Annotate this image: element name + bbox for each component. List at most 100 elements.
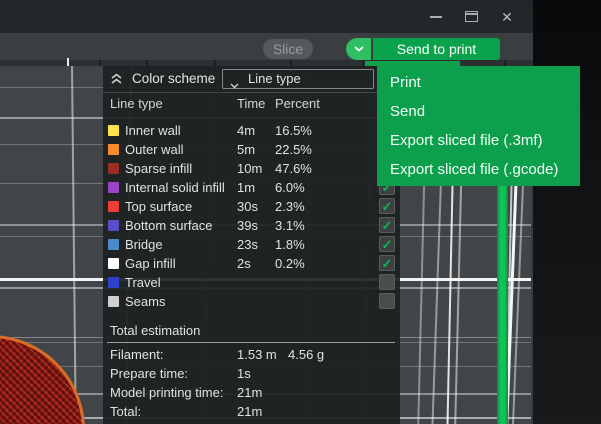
line-type-color-swatch: [108, 144, 119, 155]
line-type-time: 4m: [237, 121, 255, 140]
line-type-label: Outer wall: [125, 140, 184, 159]
total-row: Total: 21m: [103, 402, 400, 421]
line-type-color-swatch: [108, 182, 119, 193]
line-type-row: Top surface 30s 2.3%: [103, 197, 400, 216]
window-minimize-button[interactable]: [421, 0, 451, 33]
window-close-button[interactable]: ✕: [492, 0, 522, 33]
line-type-time: 30s: [237, 197, 258, 216]
line-type-percent: 47.6%: [275, 159, 312, 178]
total-row-value: 4.56 g: [288, 345, 324, 364]
maximize-icon: [465, 11, 478, 22]
line-type-label: Inner wall: [125, 121, 181, 140]
segment-tick: [67, 58, 69, 66]
total-row-label: Model printing time:: [110, 383, 223, 402]
total-row-value: 1.53 m: [237, 345, 277, 364]
line-type-percent: 22.5%: [275, 140, 312, 159]
app-window: Color scheme Line type Line type Time Pe…: [0, 0, 601, 424]
grid-line: [71, 66, 77, 424]
send-to-print-dropdown-menu: PrintSendExport sliced file (.3mf)Export…: [377, 66, 580, 186]
line-type-row: Sparse infill10m47.6%: [103, 159, 400, 178]
sliced-model-preview[interactable]: [0, 335, 85, 424]
line-type-label: Seams: [125, 292, 165, 311]
col-time: Time: [237, 96, 265, 111]
line-type-color-swatch: [108, 239, 119, 250]
menu-item-send[interactable]: Send: [377, 97, 580, 126]
line-type-label: Bottom surface: [125, 216, 212, 235]
total-row-label: Total:: [110, 402, 141, 421]
line-type-row: Seams: [103, 292, 400, 311]
segment-divider: [290, 60, 292, 66]
line-type-label: Gap infill: [125, 254, 176, 273]
line-type-label: Top surface: [125, 197, 192, 216]
line-type-row: Inner wall 4m 16.5%: [103, 121, 400, 140]
menu-item-export-sliced-file-3mf[interactable]: Export sliced file (.3mf): [377, 126, 580, 155]
chevron-down-icon: [354, 46, 364, 52]
visibility-checkbox-bridge[interactable]: ✓: [379, 236, 395, 252]
close-icon: ✕: [501, 10, 513, 24]
separator: [107, 342, 395, 343]
line-type-label: Internal solid infill: [125, 178, 225, 197]
visibility-checkbox-bottom-surface[interactable]: ✓: [379, 217, 395, 233]
visibility-checkbox-top-surface[interactable]: ✓: [379, 198, 395, 214]
line-type-label: Sparse infill: [125, 159, 192, 178]
check-icon: ✓: [382, 200, 393, 213]
col-line-type: Line type: [110, 96, 163, 111]
total-row-value: 1s: [237, 364, 251, 383]
check-icon: ✓: [382, 219, 393, 232]
line-type-color-swatch: [108, 163, 119, 174]
title-bar: ✕: [0, 0, 533, 33]
line-type-row: Bridge 23s 1.8%: [103, 235, 400, 254]
line-type-row: Bottom surface39s3.1%: [103, 216, 400, 235]
line-type-label: Bridge: [125, 235, 163, 254]
line-type-percent: 1.8%: [275, 235, 305, 254]
send-options-chevron-button[interactable]: [346, 38, 371, 60]
total-row-label: Prepare time:: [110, 364, 188, 383]
line-type-percent: 0.2%: [275, 254, 305, 273]
total-row-value: 21m: [237, 402, 262, 421]
line-type-percent: 2.3%: [275, 197, 305, 216]
line-type-color-swatch: [108, 258, 119, 269]
total-row-value: 21m: [237, 383, 262, 402]
chevron-down-icon: [230, 77, 239, 92]
line-type-time: 23s: [237, 235, 258, 254]
collapse-panel-icon[interactable]: [110, 73, 123, 88]
menu-item-export-sliced-file-gcode[interactable]: Export sliced file (.gcode): [377, 155, 580, 184]
line-type-percent: 16.5%: [275, 121, 312, 140]
line-type-row: Gap infill 2s 0.2%: [103, 254, 400, 273]
total-estimation-rows: Filament: 1.53 m 4.56 g Prepare time: 1s Mode…: [103, 345, 400, 421]
desktop-background: [533, 0, 601, 424]
panel-title: Color scheme: [132, 66, 215, 92]
slice-button[interactable]: Slice: [263, 39, 313, 59]
line-type-time: 1m: [237, 178, 255, 197]
line-type-percent: 3.1%: [275, 216, 305, 235]
line-type-label: Travel: [125, 273, 161, 292]
window-maximize-button[interactable]: [456, 0, 486, 33]
line-type-row: Internal solid infill 1m 6.0%: [103, 178, 400, 197]
check-icon: ✓: [382, 238, 393, 251]
check-icon: ✓: [382, 257, 393, 270]
line-type-color-swatch: [108, 125, 119, 136]
segment-divider: [99, 60, 101, 66]
view-type-dropdown[interactable]: Line type: [222, 69, 374, 89]
send-to-print-button[interactable]: Send to print: [373, 38, 500, 60]
total-row-label: Filament:: [110, 345, 163, 364]
visibility-checkbox-travel[interactable]: [379, 274, 395, 290]
visibility-checkbox-gap-infill[interactable]: ✓: [379, 255, 395, 271]
total-estimation-title: Total estimation: [110, 321, 200, 340]
menu-item-print[interactable]: Print: [377, 68, 580, 97]
line-type-color-swatch: [108, 277, 119, 288]
line-type-time: 2s: [237, 254, 251, 273]
line-type-time: 5m: [237, 140, 255, 159]
visibility-checkbox-seams[interactable]: [379, 293, 395, 309]
segment-divider: [362, 60, 364, 66]
line-type-color-swatch: [108, 296, 119, 307]
line-type-rows: Inner wall4m16.5%Outer wall5m22.5%Sparse…: [103, 121, 400, 311]
total-row: Filament: 1.53 m 4.56 g: [103, 345, 400, 364]
line-type-row: Outer wall 5m 22.5%: [103, 140, 400, 159]
segment-divider: [146, 60, 148, 66]
line-type-color-swatch: [108, 220, 119, 231]
segment-divider: [214, 60, 216, 66]
line-type-percent: 6.0%: [275, 178, 305, 197]
col-percent: Percent: [275, 96, 320, 111]
panel-header: Color scheme Line type: [103, 66, 400, 93]
